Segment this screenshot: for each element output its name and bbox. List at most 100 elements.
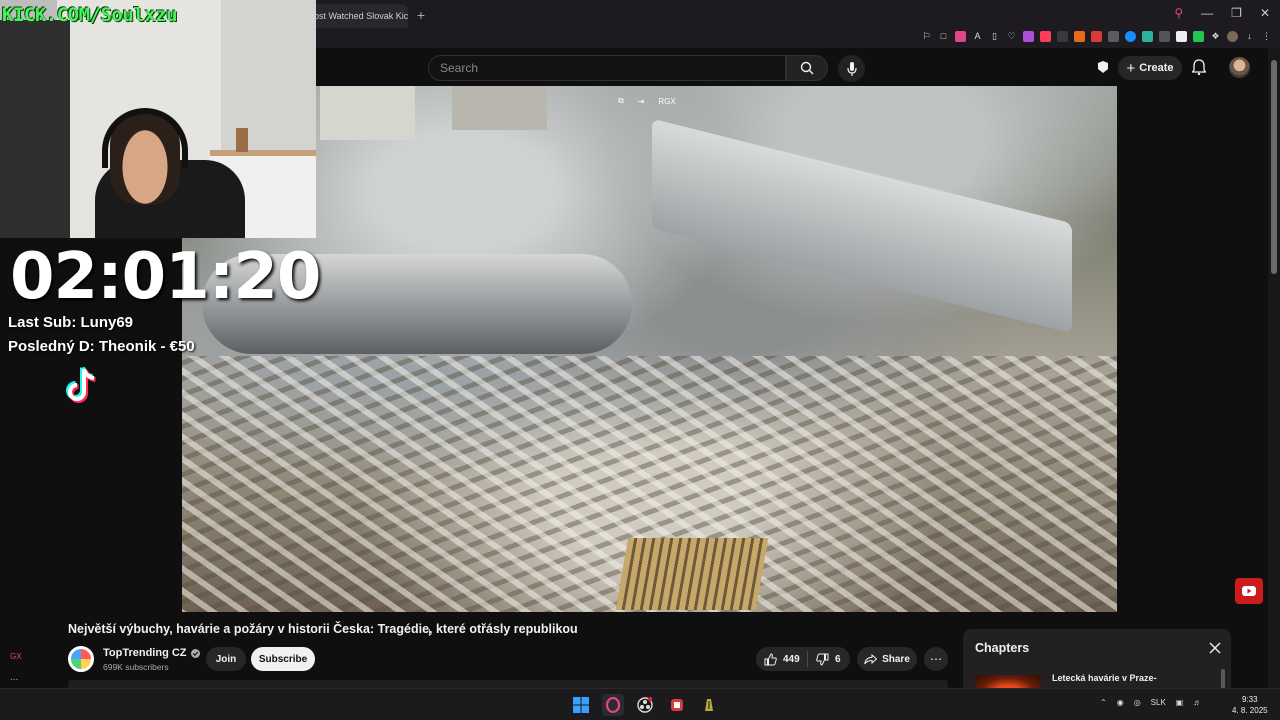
pin-icon[interactable]: ⚐ [921,31,932,42]
sidebar-more-icon[interactable]: ... [10,672,18,683]
webcam-feed [0,0,316,238]
video-player[interactable]: ⧉ ⇥ RGX [182,86,1117,612]
webcam-door [0,20,70,238]
subscribe-button[interactable]: Subscribe [251,647,315,671]
tiktok-icon [64,366,100,406]
share-button[interactable]: Share [857,647,917,671]
discord-tray-icon[interactable]: ◉ [1117,698,1124,707]
extensions-row: ⚐ □ A ▯ ♡ ❖ ↓ ⋮ [921,31,1272,42]
video-frame-seats [615,538,769,610]
channel-name[interactable]: TopTrending CZ [103,647,200,659]
more-horizontal-icon: ⋯ [930,652,942,666]
opera-gx-icon[interactable] [602,694,624,716]
close-chapters-icon[interactable] [1209,641,1221,659]
close-window-icon[interactable]: ✕ [1260,6,1270,20]
microphone-tray-icon[interactable]: ◎ [1134,698,1141,707]
menu-icon[interactable]: ⋮ [1261,31,1272,42]
like-dislike-group: 449 6 [756,647,850,671]
scroll-thumb[interactable] [1271,60,1277,274]
puzzle-icon[interactable]: ❖ [1210,31,1221,42]
clock-date: 4. 8. 2025 [1232,706,1268,715]
channel-name-text: TopTrending CZ [103,647,187,659]
heart-icon[interactable]: ♡ [1006,31,1017,42]
extension-icon[interactable] [1142,31,1153,42]
youtube-logo-icon [1242,586,1256,596]
search-icon [800,61,814,75]
tray-overflow-chevron-icon[interactable]: ⌃ [1100,698,1107,707]
video-frame-house [320,86,415,140]
system-tray: ⌃ ◉ ◎ SLK ▣ ♬ [1100,698,1201,707]
extension-icon[interactable] [1125,31,1136,42]
subscribe-watermark[interactable] [1235,578,1263,604]
notifications-bell-icon[interactable] [1191,59,1207,80]
more-actions-button[interactable]: ⋯ [924,647,948,671]
extension-icon[interactable] [1057,31,1068,42]
download-icon[interactable]: ↓ [1244,31,1255,42]
sidebar-gx-label[interactable]: GX [10,652,22,661]
network-icon[interactable]: ▣ [1176,698,1184,707]
taskbar-clock[interactable]: 9:33 4. 8. 2025 [1232,694,1268,716]
browser-tab-active[interactable]: ost Watched Slovak Kic [300,4,408,28]
extension-icon[interactable] [1040,31,1051,42]
kick-channel-url: KICK.COM/Soulxzu [2,4,178,26]
extension-icon[interactable] [1176,31,1187,42]
clock-time: 9:33 [1242,695,1258,704]
new-tab-plus-icon[interactable]: + [414,8,428,22]
restore-icon[interactable]: ❐ [1231,6,1242,20]
search-button[interactable] [786,55,828,81]
text-cursor-icon: I [428,628,431,639]
plus-icon: + [1126,59,1136,77]
exit-icon[interactable]: ⇥ [638,97,645,106]
extension-icon[interactable] [1023,31,1034,42]
extension-icon[interactable] [1193,31,1204,42]
description-box-edge[interactable] [68,680,948,688]
extension-icon[interactable] [1159,31,1170,42]
extension-icon[interactable] [1091,31,1102,42]
thumbs-down-icon [816,653,829,666]
search-input[interactable]: Search [428,55,786,81]
video-top-controls: ⧉ ⇥ RGX [618,96,676,106]
stream-timer: 02:01:20 [10,240,321,314]
profile-icon[interactable] [1227,31,1238,42]
last-donation-label: Posledný D: Theonik - €50 [8,338,195,355]
cast-icon[interactable] [1096,60,1110,79]
bookmark-icon[interactable]: ▯ [989,31,1000,42]
app-icon[interactable] [698,694,720,716]
streamer-bot-icon[interactable] [666,694,688,716]
last-sub-label: Last Sub: Luny69 [8,314,134,331]
windows-taskbar: ⌃ ◉ ◎ SLK ▣ ♬ 9:33 4. 8. 2025 [0,688,1280,720]
voice-search-button[interactable] [838,55,865,82]
square-icon[interactable]: □ [938,31,949,42]
minimize-icon[interactable]: — [1201,6,1213,20]
chapter-title[interactable]: Letecká havárie v Praze- [1052,673,1157,683]
extension-icon[interactable] [1108,31,1119,42]
dislike-count: 6 [835,653,841,665]
search-tabs-icon[interactable]: ⚲ [1174,6,1183,20]
create-button[interactable]: + Create [1118,56,1182,80]
like-button[interactable]: 449 [756,651,808,667]
tab-title: ost Watched Slovak Kic [314,11,408,21]
extension-icon[interactable] [1074,31,1085,42]
account-avatar[interactable] [1229,57,1250,78]
join-button[interactable]: Join [206,647,246,671]
translate-icon[interactable]: A [972,31,983,42]
channel-avatar[interactable] [68,646,94,672]
subscriber-count: 699K subscribers [103,662,169,672]
dislike-button[interactable]: 6 [808,653,841,666]
create-label: Create [1139,62,1174,74]
video-frame-wreckage [652,118,1072,334]
video-title: Největší výbuchy, havárie a požáry v his… [68,622,578,636]
miniplayer-icon[interactable]: ⧉ [618,96,624,106]
page-scrollbar[interactable] [1268,48,1280,688]
verified-icon [190,648,200,658]
volume-icon[interactable]: ♬ [1193,698,1201,707]
taskbar-apps [570,694,720,716]
screen: ost Watched Slovak Kic + ⚲ — ❐ ✕ ⚐ □ A ▯… [0,0,1280,720]
shield-icon[interactable] [955,31,966,42]
webcam-deer-figurine [236,128,248,152]
windows-start-icon[interactable] [570,694,592,716]
window-controls: ⚲ — ❐ ✕ [1174,6,1270,20]
obs-icon[interactable] [634,694,656,716]
webcam-headset [102,108,188,168]
language-indicator[interactable]: SLK [1151,698,1166,707]
